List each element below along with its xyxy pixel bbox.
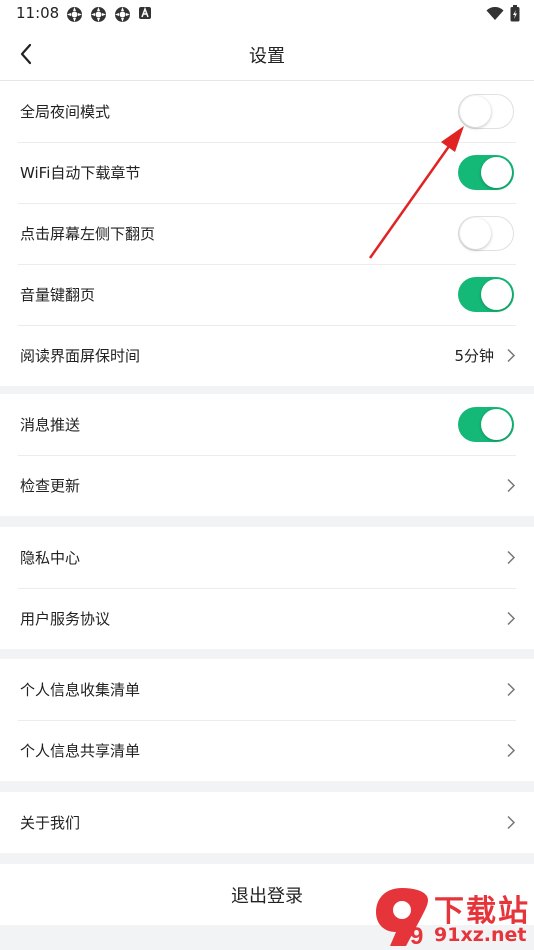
settings-row-push-messages[interactable]: 消息推送 — [0, 394, 534, 455]
page-title: 设置 — [249, 46, 285, 67]
status-bar: 11:08 — [0, 0, 534, 28]
chevron-right-icon — [507, 682, 516, 697]
settings-row-volume-key-page[interactable]: 音量键翻页 — [0, 264, 534, 325]
settings-group-reading: 全局夜间模式 WiFi自动下载章节 点击屏幕左侧下翻页 音量键翻页 阅读界面屏保… — [0, 81, 534, 386]
toggle-knob — [481, 279, 512, 310]
toggle-knob — [481, 157, 512, 188]
status-time: 11:08 — [16, 4, 60, 22]
wifi-icon — [486, 6, 504, 20]
chevron-right-icon — [507, 743, 516, 758]
chevron-right-icon — [507, 611, 516, 626]
settings-row-info-sharing-list[interactable]: 个人信息共享清单 — [0, 720, 534, 781]
settings-row-wifi-download[interactable]: WiFi自动下载章节 — [0, 142, 534, 203]
watermark-logo: 9 — [376, 888, 428, 948]
settings-group-notifications: 消息推送 检查更新 — [0, 394, 534, 516]
svg-text:9: 9 — [410, 923, 423, 948]
settings-row-label: 关于我们 — [20, 814, 81, 832]
settings-row-screensaver-time[interactable]: 阅读界面屏保时间 5分钟 — [0, 325, 534, 386]
chevron-right-icon — [507, 348, 516, 363]
watermark: 9 下载站 91xz.net — [372, 886, 534, 950]
chevron-right-icon — [507, 815, 516, 830]
settings-row-label: 用户服务协议 — [20, 610, 111, 628]
settings-row-label: 全局夜间模式 — [20, 103, 111, 121]
toggle-knob — [460, 218, 491, 249]
settings-row-night-mode[interactable]: 全局夜间模式 — [0, 81, 534, 142]
settings-row-label: 音量键翻页 — [20, 286, 96, 304]
night-mode-toggle[interactable] — [458, 94, 514, 129]
settings-row-label: 个人信息共享清单 — [20, 742, 141, 760]
settings-row-left-tap-page[interactable]: 点击屏幕左侧下翻页 — [0, 203, 534, 264]
settings-row-label: 隐私中心 — [20, 549, 81, 567]
app-icon — [67, 7, 82, 22]
app-icon — [115, 7, 130, 22]
toggle-knob — [481, 409, 512, 440]
settings-row-label: 检查更新 — [20, 477, 81, 495]
screensaver-time-value: 5分钟 — [454, 347, 494, 365]
settings-group-personal-info: 个人信息收集清单 个人信息共享清单 — [0, 659, 534, 781]
settings-group-privacy: 隐私中心 用户服务协议 — [0, 527, 534, 649]
settings-row-label: 个人信息收集清单 — [20, 681, 141, 699]
wifi-download-toggle[interactable] — [458, 155, 514, 190]
app-icon — [91, 7, 106, 22]
settings-row-about-us[interactable]: 关于我们 — [0, 792, 534, 853]
chevron-right-icon — [507, 478, 516, 493]
settings-group-about: 关于我们 — [0, 792, 534, 853]
settings-row-user-agreement[interactable]: 用户服务协议 — [0, 588, 534, 649]
volume-key-page-toggle[interactable] — [458, 277, 514, 312]
settings-row-label: 阅读界面屏保时间 — [20, 347, 141, 365]
battery-icon — [510, 5, 520, 22]
settings-row-label: 消息推送 — [20, 416, 81, 434]
left-tap-page-toggle[interactable] — [458, 216, 514, 251]
navigation-bar: 设置 — [0, 28, 534, 81]
push-messages-toggle[interactable] — [458, 407, 514, 442]
settings-row-check-update[interactable]: 检查更新 — [0, 455, 534, 516]
settings-row-privacy-center[interactable]: 隐私中心 — [0, 527, 534, 588]
chevron-right-icon — [507, 550, 516, 565]
a-badge-icon — [139, 6, 151, 19]
settings-row-label: 点击屏幕左侧下翻页 — [20, 225, 156, 243]
toggle-knob — [460, 96, 491, 127]
watermark-url: 91xz.net — [434, 924, 527, 946]
settings-row-label: WiFi自动下载章节 — [20, 164, 141, 182]
settings-row-info-collection-list[interactable]: 个人信息收集清单 — [0, 659, 534, 720]
